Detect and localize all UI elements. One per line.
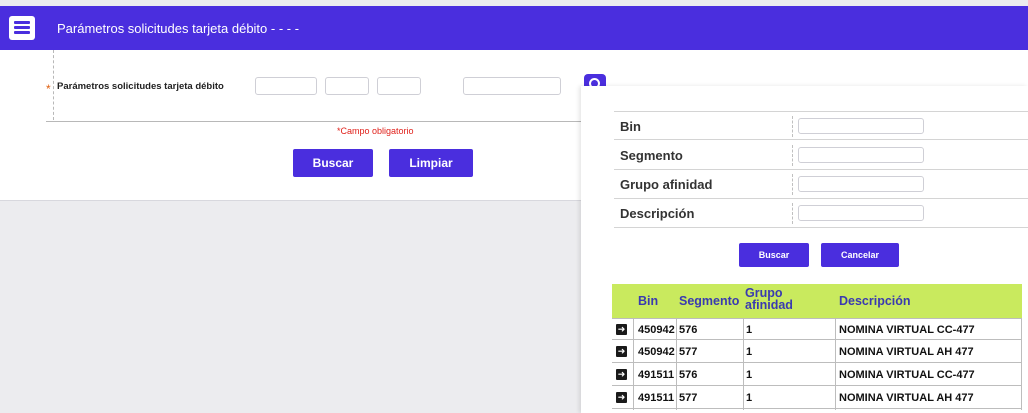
cell-segment: 576 — [679, 369, 698, 381]
table-header: Bin Segmento Grupo afinidad Descripción — [612, 284, 1022, 318]
column-divider — [1021, 318, 1022, 410]
search-button[interactable]: Buscar — [293, 149, 373, 177]
required-marker: * — [46, 82, 51, 96]
column-divider — [743, 318, 744, 410]
column-divider — [676, 318, 677, 410]
cell-group: 1 — [746, 392, 753, 404]
cell-bin: 450942 — [638, 346, 675, 358]
cell-description: NOMINA VIRTUAL CC-477 — [839, 369, 975, 381]
cell-description: NOMINA VIRTUAL CC-477 — [839, 324, 975, 336]
clear-button[interactable]: Limpiar — [389, 149, 473, 177]
cell-group: 1 — [746, 346, 753, 358]
filter-row-group: Grupo afinidad — [614, 170, 1028, 199]
cell-segment: 577 — [679, 392, 698, 404]
cell-description: NOMINA VIRTUAL AH 477 — [839, 346, 974, 358]
cell-group: 1 — [746, 324, 753, 336]
table-row[interactable]: ➜ 450942 577 1 NOMINA VIRTUAL AH 477 — [612, 341, 1022, 363]
filter-label: Segmento — [620, 148, 683, 163]
filter-row-description: Descripción — [614, 199, 1028, 228]
popup-cancel-button[interactable]: Cancelar — [821, 243, 899, 267]
page-title: Parámetros solicitudes tarjeta débito - … — [57, 21, 300, 36]
form-divider — [53, 50, 54, 120]
table-row[interactable]: ➜ 450942 576 1 NOMINA VIRTUAL CC-477 — [612, 318, 1022, 340]
field-separator — [792, 203, 793, 224]
cell-bin: 491511 — [638, 392, 675, 404]
cell-segment: 577 — [679, 346, 698, 358]
filter-row-segment: Segmento — [614, 141, 1028, 170]
table-row[interactable]: ➜ 491511 576 1 NOMINA VIRTUAL CC-477 — [612, 364, 1022, 386]
filter-label: Grupo afinidad — [620, 177, 713, 192]
filter-group-input[interactable] — [798, 176, 924, 192]
cell-bin: 450942 — [638, 324, 675, 336]
cell-description: NOMINA VIRTUAL AH 477 — [839, 392, 974, 404]
page: Parámetros solicitudes tarjeta débito - … — [0, 0, 1028, 413]
field-separator — [792, 116, 793, 137]
cell-group: 1 — [746, 369, 753, 381]
filter-label: Descripción — [620, 206, 695, 221]
field-separator — [792, 174, 793, 195]
segment-input[interactable] — [325, 77, 369, 95]
column-header-description: Descripción — [839, 294, 911, 308]
filter-label: Bin — [620, 119, 641, 134]
required-note: *Campo obligatorio — [337, 126, 414, 136]
filter-row-bin: Bin — [614, 111, 1028, 140]
arrow-right-icon[interactable]: ➜ — [616, 392, 627, 403]
filter-bin-input[interactable] — [798, 118, 924, 134]
arrow-right-icon[interactable]: ➜ — [616, 346, 627, 357]
description-input[interactable] — [463, 77, 561, 95]
filter-segment-input[interactable] — [798, 147, 924, 163]
field-separator — [792, 145, 793, 166]
popup-search-button[interactable]: Buscar — [739, 243, 809, 267]
column-divider — [633, 318, 634, 410]
group-input[interactable] — [377, 77, 421, 95]
lookup-dialog: Bin Segmento Grupo afinidad Descripción … — [581, 86, 1028, 413]
bin-input[interactable] — [255, 77, 317, 95]
cell-bin: 491511 — [638, 369, 675, 381]
param-label: Parámetros solicitudes tarjeta débito — [57, 81, 224, 92]
list-document-icon — [9, 16, 35, 40]
table-row[interactable]: ➜ 491511 577 1 NOMINA VIRTUAL AH 477 — [612, 387, 1022, 409]
form-divider-line — [46, 121, 606, 122]
filter-description-input[interactable] — [798, 205, 924, 221]
column-header-group: Grupo afinidad — [745, 286, 793, 312]
column-header-segment: Segmento — [679, 294, 740, 308]
arrow-right-icon[interactable]: ➜ — [616, 369, 627, 380]
cell-segment: 576 — [679, 324, 698, 336]
column-header-bin: Bin — [638, 294, 659, 308]
arrow-right-icon[interactable]: ➜ — [616, 324, 627, 335]
page-header: Parámetros solicitudes tarjeta débito - … — [0, 6, 1028, 50]
column-divider — [835, 318, 836, 410]
